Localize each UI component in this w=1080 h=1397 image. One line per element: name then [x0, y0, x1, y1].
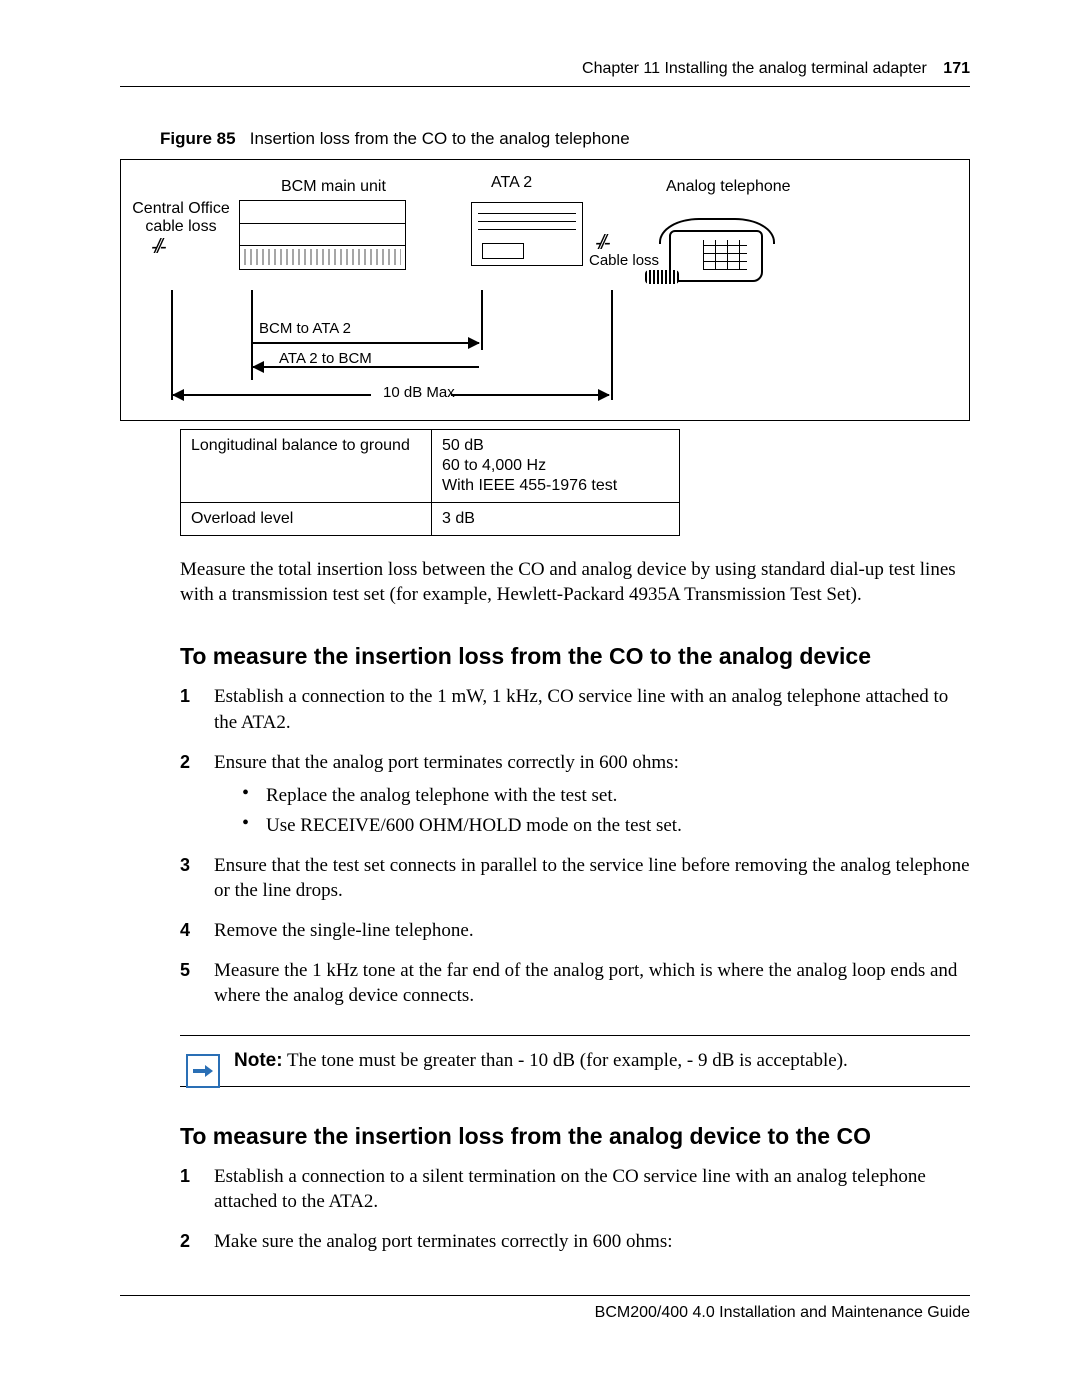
list-item: 1 Establish a connection to the 1 mW, 1 … [180, 684, 970, 735]
step-text: Establish a connection to the 1 mW, 1 kH… [214, 686, 948, 733]
label-bcm: BCM main unit [281, 178, 386, 196]
value-cell: 50 dB 60 to 4,000 Hz With IEEE 455-1976 … [432, 430, 680, 503]
step-text: Make sure the analog port terminates cor… [214, 1231, 673, 1252]
figure-caption: Figure 85 Insertion loss from the CO to … [160, 129, 970, 149]
arrow-right-icon [451, 394, 609, 396]
label-telephone: Analog telephone [666, 178, 791, 196]
footer: BCM200/400 4.0 Installation and Maintena… [120, 1295, 970, 1322]
figure-caption-text: Insertion loss from the CO to the analog… [250, 129, 630, 148]
list-item: Replace the analog telephone with the te… [242, 783, 970, 809]
list-item: 4 Remove the single-line telephone. [180, 918, 970, 944]
arrow-right-icon [253, 342, 479, 344]
list-item: 3 Ensure that the test set connects in p… [180, 853, 970, 904]
step-text: Ensure that the test set connects in par… [214, 855, 970, 902]
running-header: Chapter 11 Installing the analog termina… [120, 60, 970, 87]
step-text: Remove the single-line telephone. [214, 920, 474, 941]
figure-diagram: BCM main unit ATA 2 Analog telephone Cen… [120, 159, 970, 421]
arrow-left-icon [173, 394, 371, 396]
value-cell: 3 dB [432, 503, 680, 536]
label-ata: ATA 2 [491, 174, 532, 192]
section-heading: To measure the insertion loss from the a… [180, 1123, 970, 1150]
list-item: 2 Make sure the analog port terminates c… [180, 1229, 970, 1255]
paragraph: Measure the total insertion loss between… [180, 558, 970, 607]
bcm-unit-icon [239, 200, 406, 270]
list-item: 2 Ensure that the analog port terminates… [180, 750, 970, 839]
step-text: Measure the 1 kHz tone at the far end of… [214, 960, 957, 1007]
label-10db-max: 10 dB Max [383, 384, 455, 401]
list-item: Use RECEIVE/600 OHM/HOLD mode on the tes… [242, 813, 970, 839]
page-number: 171 [943, 60, 970, 77]
note-block: Note: The tone must be greater than - 10… [180, 1035, 970, 1087]
guide-line [171, 290, 173, 400]
chapter-title: Chapter 11 Installing the analog termina… [582, 60, 927, 77]
figure-label: Figure 85 [160, 129, 236, 148]
telephone-icon [641, 200, 771, 280]
guide-line [611, 290, 613, 400]
note-text: Note: The tone must be greater than - 10… [234, 1050, 970, 1072]
table-row: Longitudinal balance to ground 50 dB 60 … [181, 430, 680, 503]
note-label: Note: [234, 1050, 283, 1071]
page: Chapter 11 Installing the analog termina… [0, 0, 1080, 1362]
spec-table: Longitudinal balance to ground 50 dB 60 … [180, 429, 680, 536]
label-bcm-to-ata: BCM to ATA 2 [259, 320, 351, 337]
section-heading: To measure the insertion loss from the C… [180, 643, 970, 670]
sub-bullets: Replace the analog telephone with the te… [242, 783, 970, 838]
cable-break-icon: -//- [151, 236, 163, 259]
guide-line [481, 290, 483, 350]
param-cell: Overload level [181, 503, 432, 536]
note-body: The tone must be greater than - 10 dB (f… [283, 1050, 848, 1071]
label-ata-to-bcm: ATA 2 to BCM [279, 350, 372, 367]
list-item: 5 Measure the 1 kHz tone at the far end … [180, 958, 970, 1009]
arrow-right-icon [186, 1054, 220, 1088]
steps-list: 1 Establish a connection to a silent ter… [180, 1164, 970, 1255]
param-cell: Longitudinal balance to ground [181, 430, 432, 503]
list-item: 1 Establish a connection to a silent ter… [180, 1164, 970, 1215]
arrow-left-icon [253, 366, 479, 368]
steps-list: 1 Establish a connection to the 1 mW, 1 … [180, 684, 970, 1008]
step-text: Ensure that the analog port terminates c… [214, 752, 679, 773]
step-text: Establish a connection to a silent termi… [214, 1166, 926, 1213]
ata2-icon [471, 202, 583, 266]
label-central-office: Central Office cable loss [131, 200, 231, 235]
table-row: Overload level 3 dB [181, 503, 680, 536]
